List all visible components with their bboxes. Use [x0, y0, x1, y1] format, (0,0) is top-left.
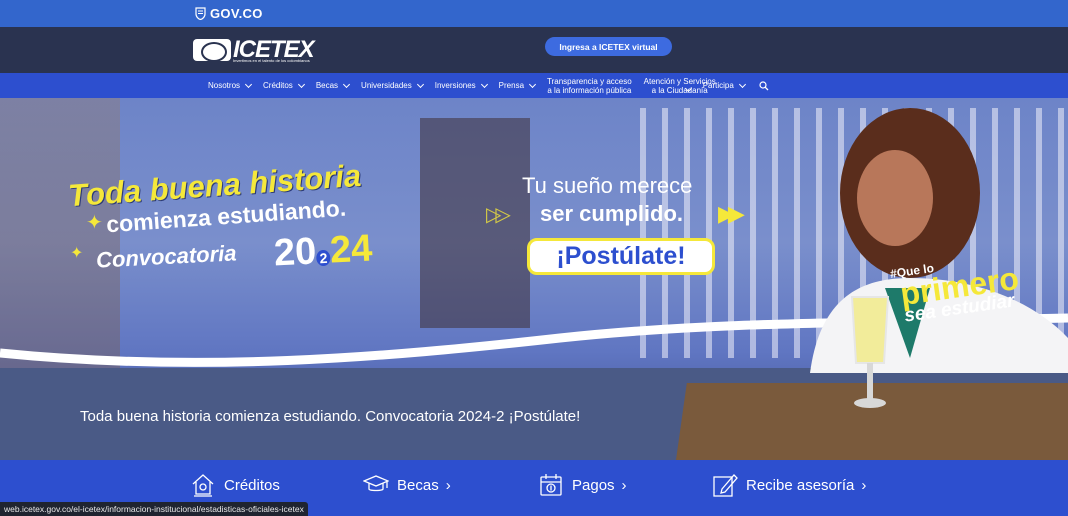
house-hand-icon: [192, 474, 214, 497]
hero-year-a: 20: [272, 230, 318, 275]
nav-item-inversiones[interactable]: Inversiones: [434, 80, 488, 90]
nav-item-prensa[interactable]: Prensa: [498, 80, 537, 90]
nav-label: Participa: [702, 81, 734, 90]
quick-link-asesoria[interactable]: Recibe asesoría ›: [712, 472, 866, 498]
quick-link-creditos[interactable]: Créditos: [190, 472, 280, 498]
quick-link-label: Pagos: [572, 476, 615, 494]
search-icon[interactable]: [759, 80, 769, 91]
sparkle-icon: ✦: [86, 212, 103, 234]
icetex-logo[interactable]: ICETEX Invertimos en el talento de los c…: [193, 37, 339, 63]
nav-label: Universidades: [361, 81, 412, 90]
chevron-down-icon: [528, 80, 537, 88]
govco-bar: GOV.CO: [0, 0, 1068, 27]
edit-note-icon: [713, 474, 738, 497]
postulate-button[interactable]: ¡Postúlate!: [527, 238, 715, 275]
nav-item-transparencia[interactable]: Transparencia y acceso a la información p…: [547, 77, 632, 95]
nav-label: Nosotros: [208, 81, 241, 90]
nav-label: Becas: [315, 81, 339, 90]
nav-item-becas[interactable]: Becas: [315, 80, 351, 90]
nav-label-line2: a la información pública: [547, 85, 632, 95]
chevron-down-icon: [297, 80, 305, 88]
chevron-down-icon: [416, 80, 424, 88]
govco-link[interactable]: GOV.CO: [210, 6, 263, 21]
hero-year-b: 24: [328, 227, 374, 272]
status-url: web.icetex.gov.co/el-icetex/informacion-…: [0, 502, 308, 516]
chevron-down-icon: [480, 80, 488, 88]
logo-tagline: Invertimos en el talento de los colombia…: [233, 58, 310, 63]
double-arrow-icon: ▶▶: [718, 201, 745, 226]
chevron-down-icon: [738, 80, 746, 88]
hero-year: 20 224: [273, 227, 373, 275]
chevron-right-icon: ›: [861, 476, 867, 494]
quick-link-label: Recibe asesoría: [746, 476, 855, 494]
colombia-shield-icon: [195, 7, 206, 20]
nav-item-universidades[interactable]: Universidades: [361, 80, 424, 90]
background-doorway: [420, 118, 530, 328]
globe-logo-icon: [193, 39, 231, 61]
nav-label: Prensa: [498, 81, 525, 90]
chevron-right-icon: ›: [621, 476, 627, 494]
main-nav: Nosotros Créditos Becas Universidades In…: [0, 73, 1068, 98]
quick-link-pagos[interactable]: Pagos ›: [538, 472, 627, 498]
graduation-cap-icon: [363, 475, 389, 492]
nav-label-line1: Transparencia y acceso: [547, 76, 632, 86]
nav-item-nosotros[interactable]: Nosotros: [208, 80, 253, 90]
hero-dream-line2: ser cumplido.: [540, 201, 684, 226]
hero-dream-line1: Tu sueño merece: [522, 173, 693, 198]
nav-item-creditos[interactable]: Créditos: [263, 80, 305, 90]
hero-banner[interactable]: ✦ ✦ Toda buena historia comienza estudia…: [0, 98, 1068, 460]
hero-year-sub: 2: [316, 249, 331, 267]
student-photo: [810, 108, 1068, 373]
nav-label: Créditos: [263, 81, 293, 90]
sparkle-icon: ✦: [70, 245, 84, 262]
chevron-right-icon: ›: [445, 476, 451, 494]
double-arrow-outline-icon: ▷▷: [486, 204, 511, 226]
quick-link-becas[interactable]: Becas ›: [363, 472, 451, 498]
nav-item-participa[interactable]: Participa: [702, 80, 746, 90]
nav-label: Inversiones: [434, 81, 476, 90]
calendar-money-icon: [540, 474, 562, 496]
chevron-down-icon: [343, 80, 351, 88]
hero-caption: Toda buena historia comienza estudiando.…: [80, 408, 581, 425]
icetex-virtual-button[interactable]: Ingresa a ICETEX virtual: [545, 37, 672, 56]
chevron-down-icon: [244, 80, 253, 88]
quick-link-label: Becas: [397, 476, 439, 494]
juice-glass: [850, 296, 890, 408]
quick-link-label: Créditos: [224, 476, 280, 494]
nav-item-atencion[interactable]: Atención y Servicios a la Ciudadanía: [644, 77, 716, 95]
site-header: ICETEX Invertimos en el talento de los c…: [0, 27, 1068, 73]
